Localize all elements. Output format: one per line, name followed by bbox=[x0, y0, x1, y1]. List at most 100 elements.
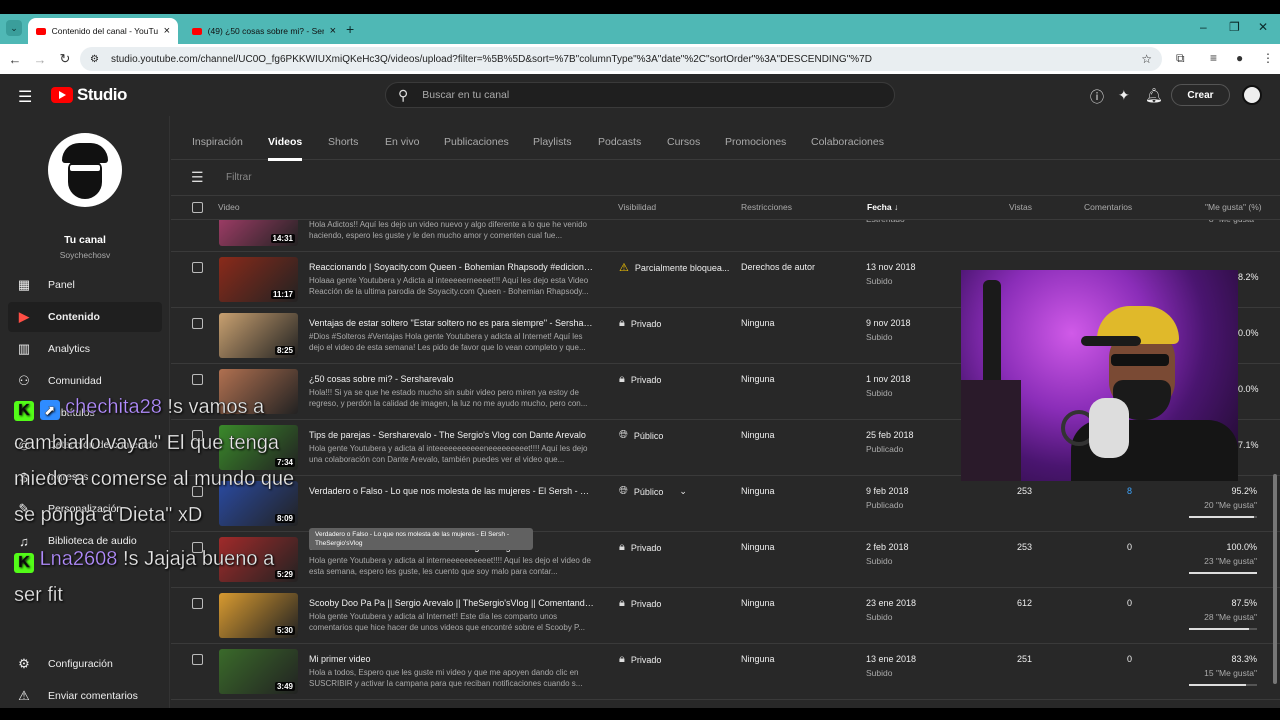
likes-percent: 100.0% bbox=[1226, 542, 1257, 552]
channel-avatar[interactable] bbox=[48, 133, 122, 207]
close-window-icon[interactable]: ✕ bbox=[1258, 20, 1268, 34]
back-icon[interactable]: ← bbox=[5, 52, 25, 67]
table-row[interactable]: 8:09 Verdadero o Falso - Lo que nos moles… bbox=[171, 476, 1280, 532]
sidebar-item-analytics[interactable]: ▥ Analytics bbox=[8, 334, 162, 364]
visibility-dropdown[interactable]: ⚠ Parcialmente bloquea... bbox=[619, 261, 729, 274]
video-thumbnail[interactable]: 5:30 bbox=[219, 593, 298, 638]
tab-shorts[interactable]: Shorts bbox=[328, 136, 358, 148]
browser-tab[interactable]: (49) ¿50 cosas sobre mi? - Sersh × bbox=[184, 18, 344, 44]
chat-text: !s vamos a bbox=[161, 396, 265, 418]
studio-logo[interactable]: Studio bbox=[51, 85, 127, 105]
tab-inspiration[interactable]: Inspiración bbox=[192, 136, 243, 148]
table-row[interactable]: 3:49 Mi primer video Hola a todos, Espero … bbox=[171, 644, 1280, 700]
menu-icon[interactable]: ☰ bbox=[18, 87, 32, 107]
new-tab-icon[interactable]: + bbox=[346, 21, 354, 37]
video-title[interactable]: Scooby Doo Pa Pa || Sergio Arevalo || Th… bbox=[309, 598, 594, 608]
create-button[interactable]: Crear bbox=[1171, 84, 1230, 106]
visibility-dropdown[interactable]: 🔒︎ Privado bbox=[619, 373, 661, 386]
reload-icon[interactable]: ↻ bbox=[55, 51, 75, 67]
account-avatar[interactable] bbox=[1242, 85, 1262, 105]
video-title[interactable]: Reaccionando | Soyacity.com Queen - Bohe… bbox=[309, 262, 594, 272]
video-thumbnail[interactable]: 3:49 bbox=[219, 649, 298, 694]
sidebar-item-community[interactable]: ⚇ Comunidad bbox=[8, 366, 162, 396]
table-header: Video Visibilidad Restricciones Fecha ↓ … bbox=[171, 196, 1280, 220]
address-bar[interactable]: ⚙ studio.youtube.com/channel/UC0O_fg6PKK… bbox=[80, 47, 1162, 71]
media-icon[interactable]: ≡ bbox=[1210, 51, 1217, 65]
tab-videos[interactable]: Videos bbox=[268, 136, 303, 161]
video-thumbnail[interactable]: 14:31 bbox=[219, 220, 298, 246]
gear-icon: ⚙ bbox=[18, 656, 30, 671]
tab-live[interactable]: En vivo bbox=[385, 136, 419, 148]
video-title[interactable]: ¿50 cosas sobre mi? - Sersharevalo bbox=[309, 374, 594, 384]
forward-icon[interactable]: → bbox=[30, 52, 50, 67]
comments-count[interactable]: 8 bbox=[1127, 486, 1132, 496]
video-thumbnail[interactable]: 11:17 bbox=[219, 257, 298, 302]
visibility-dropdown[interactable]: 🌐︎ Público bbox=[619, 429, 663, 442]
visibility-dropdown[interactable]: 🔒︎ Privado bbox=[619, 653, 661, 666]
tab-courses[interactable]: Cursos bbox=[667, 136, 700, 148]
select-all-checkbox[interactable] bbox=[192, 202, 203, 213]
likes-bar bbox=[1189, 572, 1257, 574]
likes-percent: 87.5% bbox=[1231, 598, 1257, 608]
row-checkbox[interactable] bbox=[192, 262, 203, 273]
title-tooltip: Verdadero o Falso - Lo que nos molesta d… bbox=[309, 528, 533, 550]
col-date[interactable]: Fecha ↓ bbox=[867, 202, 898, 212]
close-tab-icon[interactable]: × bbox=[164, 25, 170, 37]
bookmark-star-icon[interactable]: ☆ bbox=[1141, 52, 1152, 66]
tab-podcasts[interactable]: Podcasts bbox=[598, 136, 641, 148]
table-row[interactable]: 5:30 Scooby Doo Pa Pa || Sergio Arevalo |… bbox=[171, 588, 1280, 644]
row-checkbox[interactable] bbox=[192, 598, 203, 609]
tab-title: Contenido del canal - YouTube bbox=[51, 26, 158, 36]
sidebar-item-feedback[interactable]: ⚠ Enviar comentarios bbox=[8, 681, 162, 708]
video-duration: 14:31 bbox=[270, 234, 295, 243]
help-icon[interactable]: ⓘ bbox=[1090, 87, 1104, 107]
chevron-down-icon[interactable]: ⌄ bbox=[679, 486, 687, 497]
likes-count: 23 "Me gusta" bbox=[1204, 556, 1257, 566]
row-checkbox[interactable] bbox=[192, 318, 203, 329]
row-checkbox[interactable] bbox=[192, 374, 203, 385]
filter-bar[interactable]: ☰ Filtrar bbox=[171, 160, 1280, 196]
browser-tab-active[interactable]: Contenido del canal - YouTube × bbox=[28, 18, 178, 44]
comments-count: 0 bbox=[1126, 542, 1132, 552]
profile-icon[interactable]: ● bbox=[1236, 51, 1243, 65]
filter-icon[interactable]: ☰ bbox=[191, 169, 204, 186]
video-title[interactable]: Ventajas de estar soltero "Estar soltero… bbox=[309, 318, 594, 328]
visibility-dropdown[interactable]: 🔒︎ Privado bbox=[619, 597, 661, 610]
sidebar-item-panel[interactable]: ▦ Panel bbox=[8, 270, 162, 300]
video-title[interactable]: Mi primer video bbox=[309, 654, 594, 664]
minimize-icon[interactable]: – bbox=[1200, 20, 1207, 34]
restore-icon[interactable]: ❐ bbox=[1229, 20, 1240, 34]
extensions-icon[interactable]: ⧉ bbox=[1176, 51, 1185, 66]
kick-badge-icon: K bbox=[14, 553, 34, 573]
tab-posts[interactable]: Publicaciones bbox=[444, 136, 509, 148]
site-info-icon[interactable]: ⚙ bbox=[90, 54, 99, 65]
comments-count: 0 bbox=[1126, 598, 1132, 608]
sidebar-item-settings[interactable]: ⚙ Configuración bbox=[8, 649, 162, 679]
tab-collaborations[interactable]: Colaboraciones bbox=[811, 136, 884, 148]
filter-placeholder: Filtrar bbox=[226, 172, 252, 183]
visibility-dropdown[interactable]: 🔒︎ Privado bbox=[619, 317, 661, 330]
scrollbar[interactable] bbox=[1273, 474, 1277, 684]
tab-search-icon[interactable]: ⌄ bbox=[6, 20, 22, 36]
visibility-dropdown[interactable]: 🔒︎ Privado bbox=[619, 541, 661, 554]
chrome-menu-icon[interactable]: ⋮ bbox=[1262, 51, 1274, 65]
video-duration: 3:49 bbox=[274, 682, 295, 691]
video-thumbnail[interactable]: 8:25 bbox=[219, 313, 298, 358]
row-checkbox[interactable] bbox=[192, 654, 203, 665]
video-duration: 5:29 bbox=[274, 570, 295, 579]
likes-count: 28 "Me gusta" bbox=[1204, 612, 1257, 622]
search-input[interactable]: ⚲ Buscar en tu canal bbox=[385, 82, 895, 108]
browser-tabstrip: ⌄ Contenido del canal - YouTube × (49) ¿… bbox=[0, 14, 1280, 44]
video-title[interactable]: Verdadero o Falso - Lo que nos molesta d… bbox=[309, 486, 594, 496]
tab-playlists[interactable]: Playlists bbox=[533, 136, 572, 148]
sparkle-icon[interactable]: ✦ bbox=[1118, 87, 1130, 104]
close-tab-icon[interactable]: × bbox=[330, 25, 336, 37]
tab-promotions[interactable]: Promociones bbox=[725, 136, 786, 148]
sidebar-item-content[interactable]: ▶ Contenido bbox=[8, 302, 162, 332]
video-title[interactable]: Tips de parejas - Sersharevalo - The Ser… bbox=[309, 430, 594, 440]
community-icon: ⚇ bbox=[18, 373, 30, 388]
table-row[interactable]: 14:31 Hola Adictos!! Aquí les dejo un vid… bbox=[171, 220, 1280, 252]
visibility-dropdown[interactable]: 🌐︎ Público ⌄ bbox=[619, 485, 687, 498]
audio-library-icon: ♫ bbox=[19, 533, 29, 549]
notifications-bell-icon[interactable]: 🔔︎ bbox=[1145, 87, 1163, 104]
